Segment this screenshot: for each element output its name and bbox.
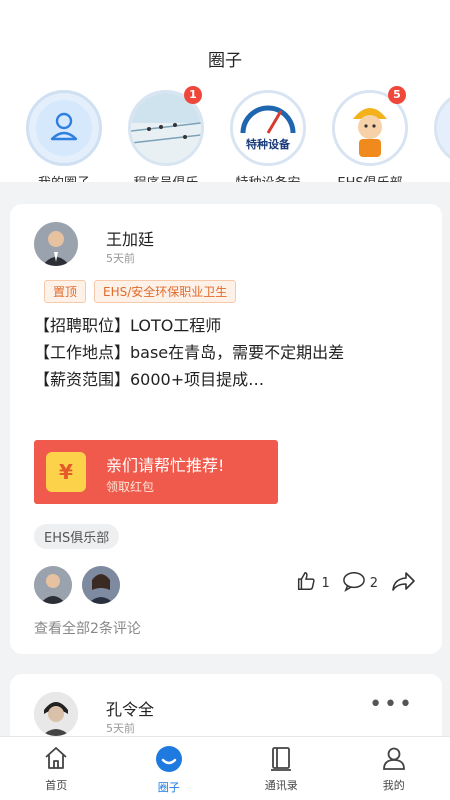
tab-label: 首页	[45, 779, 68, 792]
thumbs-up-icon	[295, 570, 317, 596]
author-name[interactable]: 孔令全	[106, 696, 154, 720]
circle-ehs-club[interactable]: 5 EHS俱乐部	[324, 86, 416, 182]
red-packet-title: 亲们请帮忙推荐!	[106, 456, 225, 475]
tag-list: 置顶 EHS/安全环保职业卫生	[44, 280, 237, 303]
content-line: 【薪资范围】6000+项目提成…	[34, 370, 265, 389]
avatar[interactable]	[82, 566, 120, 604]
circle-avatar	[434, 90, 450, 166]
view-all-comments-link[interactable]: 查看全部2条评论	[34, 618, 141, 638]
circle-label: 发	[426, 172, 450, 182]
avatar[interactable]	[34, 222, 78, 266]
circle-label: EHS俱乐部	[324, 172, 416, 182]
comment-icon	[342, 570, 366, 596]
yuan-icon: ¥	[46, 452, 86, 492]
tab-label: 通讯录	[264, 779, 298, 792]
tab-label: 我的	[382, 779, 405, 792]
circle-label: 我的圈子	[18, 172, 110, 182]
post-content[interactable]: 【招聘职位】LOTO工程师 【工作地点】base在青岛，需要不定期出差 【薪资范…	[34, 312, 414, 393]
circle-label: 程序员俱乐	[120, 172, 212, 182]
content-line: 【工作地点】base在青岛，需要不定期出差	[34, 343, 345, 362]
page-title: 圈子	[208, 51, 242, 71]
club-chip[interactable]: EHS俱乐部	[34, 524, 120, 549]
tab-circle[interactable]: 圈子	[113, 737, 226, 800]
tab-contacts[interactable]: 通讯录	[225, 737, 338, 800]
pinned-tag: 置顶	[44, 280, 87, 303]
bottom-tab-bar: 首页 圈子 通讯录 我的	[0, 736, 450, 800]
tab-profile[interactable]: 我的	[338, 737, 450, 800]
circle-label: 特种设备安	[222, 172, 314, 182]
content-line: 【招聘职位】LOTO工程师	[34, 316, 222, 335]
svg-text:特种设备: 特种设备	[246, 137, 291, 151]
circle-partial[interactable]: 发	[426, 90, 450, 182]
home-icon	[0, 745, 113, 775]
share-icon	[390, 570, 416, 596]
liker-avatars	[34, 566, 120, 604]
unread-badge: 5	[388, 86, 406, 104]
circle-programmer-club[interactable]: 1 程序员俱乐	[120, 86, 212, 182]
avatar[interactable]	[34, 566, 72, 604]
avatar[interactable]	[34, 692, 78, 736]
like-button[interactable]: 1	[295, 570, 330, 596]
tab-label: 圈子	[157, 781, 180, 794]
circle-icon	[113, 745, 226, 777]
share-button[interactable]	[390, 570, 416, 596]
contacts-icon	[225, 745, 338, 775]
like-count: 1	[321, 575, 330, 591]
red-packet-subtitle: 领取红包	[106, 480, 155, 494]
user-icon	[26, 90, 102, 166]
post-time: 5天前	[106, 722, 135, 735]
comment-count: 2	[369, 575, 378, 591]
circle-list: 我的圈子 1 程序员俱乐	[0, 86, 450, 182]
post-card[interactable]: 王加廷 5天前 置顶 EHS/安全环保职业卫生 【招聘职位】LOTO工程师 【工…	[10, 204, 442, 654]
category-tag[interactable]: EHS/安全环保职业卫生	[94, 280, 237, 303]
unread-badge: 1	[184, 86, 202, 104]
post-actions: 1 2	[295, 570, 416, 596]
circle-special-equipment[interactable]: 特种设备 特种设备安	[222, 90, 314, 182]
profile-icon	[338, 745, 450, 775]
circle-my-circles[interactable]: 我的圈子	[18, 90, 110, 182]
author-name[interactable]: 王加廷	[106, 226, 154, 250]
comment-button[interactable]: 2	[342, 570, 378, 596]
special-equipment-logo: 特种设备	[230, 90, 306, 166]
tab-home[interactable]: 首页	[0, 737, 113, 800]
more-options-icon[interactable]: •••	[369, 694, 414, 716]
red-packet-card[interactable]: ¥ 亲们请帮忙推荐! 领取红包	[34, 440, 278, 504]
top-bar: 圈子	[0, 0, 450, 86]
post-time: 5天前	[106, 252, 135, 265]
